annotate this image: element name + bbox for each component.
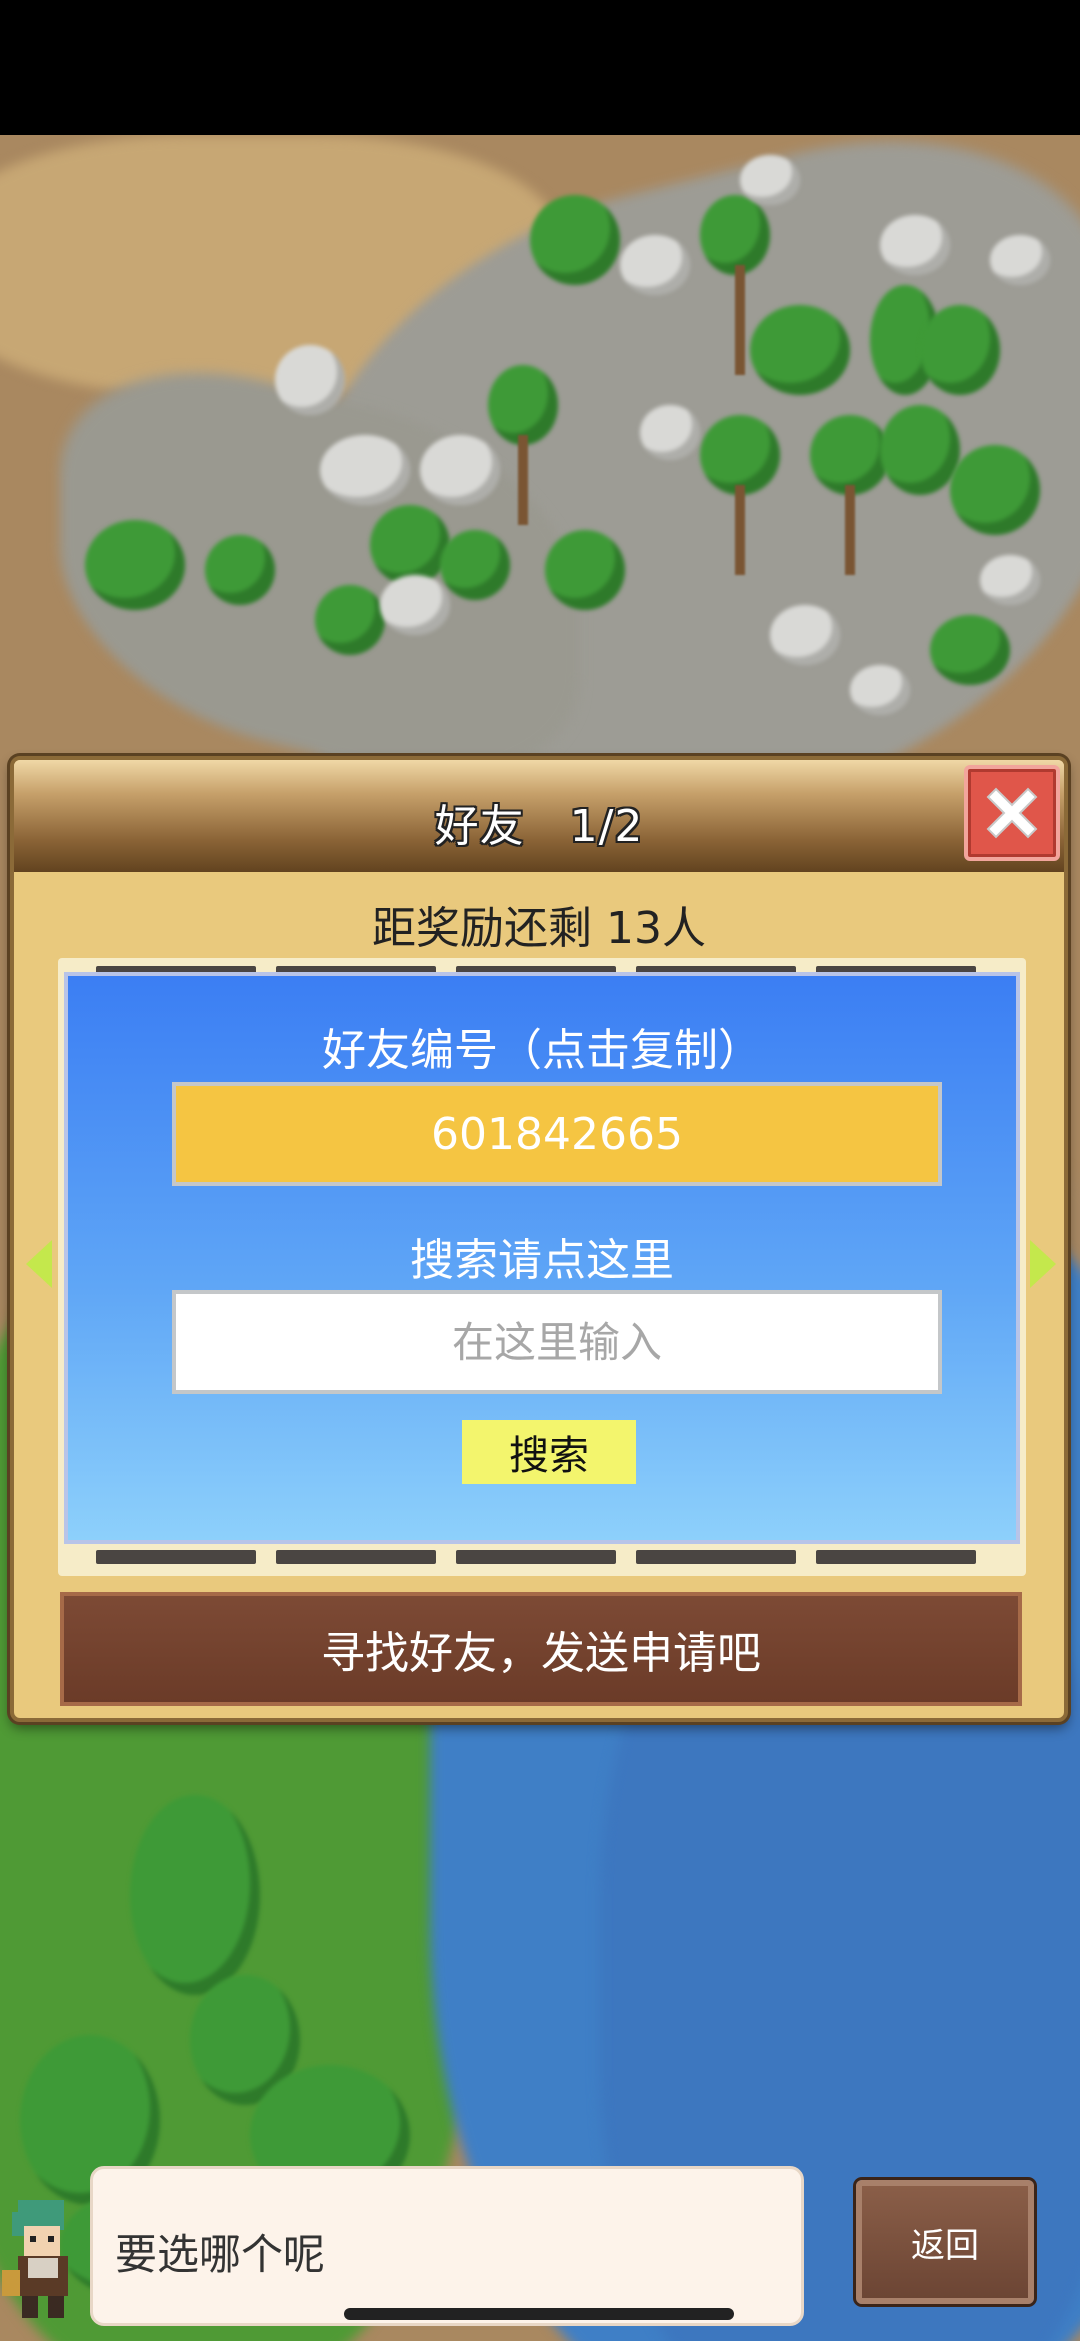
friend-id-copy-button[interactable]: 601842665 (172, 1082, 942, 1186)
arrow-left-icon[interactable] (26, 1240, 52, 1288)
friend-search-panel: 好友编号（点击复制） 601842665 搜索请点这里 搜索 (64, 972, 1020, 1544)
close-button[interactable] (964, 765, 1060, 861)
reward-progress-text: 距奖励还剩 13人 (372, 903, 706, 954)
arrow-right-icon[interactable] (1030, 1240, 1056, 1288)
status-bar (0, 0, 1080, 135)
search-input[interactable] (172, 1290, 942, 1394)
speech-bubble: 要选哪个呢 (90, 2166, 804, 2326)
friend-id-label: 好友编号（点击复制） (322, 1025, 762, 1076)
close-icon (986, 787, 1038, 839)
search-button[interactable]: 搜索 (462, 1420, 636, 1484)
dialog-header: 好友 1/2 (14, 760, 1064, 872)
speech-text: 要选哪个呢 (115, 2230, 326, 2279)
back-button[interactable]: 返回 (856, 2180, 1034, 2304)
search-label: 搜索请点这里 (410, 1235, 674, 1286)
home-indicator[interactable] (344, 2308, 734, 2320)
tab-indicator-row-bottom (58, 1550, 1026, 1564)
friend-dialog: 好友 1/2 距奖励还剩 13人 好友编号（点击复制） 601842665 搜索… (10, 756, 1068, 1722)
send-request-button[interactable]: 寻找好友，发送申请吧 (60, 1592, 1022, 1706)
panel-frame: 好友编号（点击复制） 601842665 搜索请点这里 搜索 (58, 958, 1026, 1576)
dialog-title: 好友 1/2 (434, 801, 644, 852)
character-avatar (0, 2192, 90, 2326)
